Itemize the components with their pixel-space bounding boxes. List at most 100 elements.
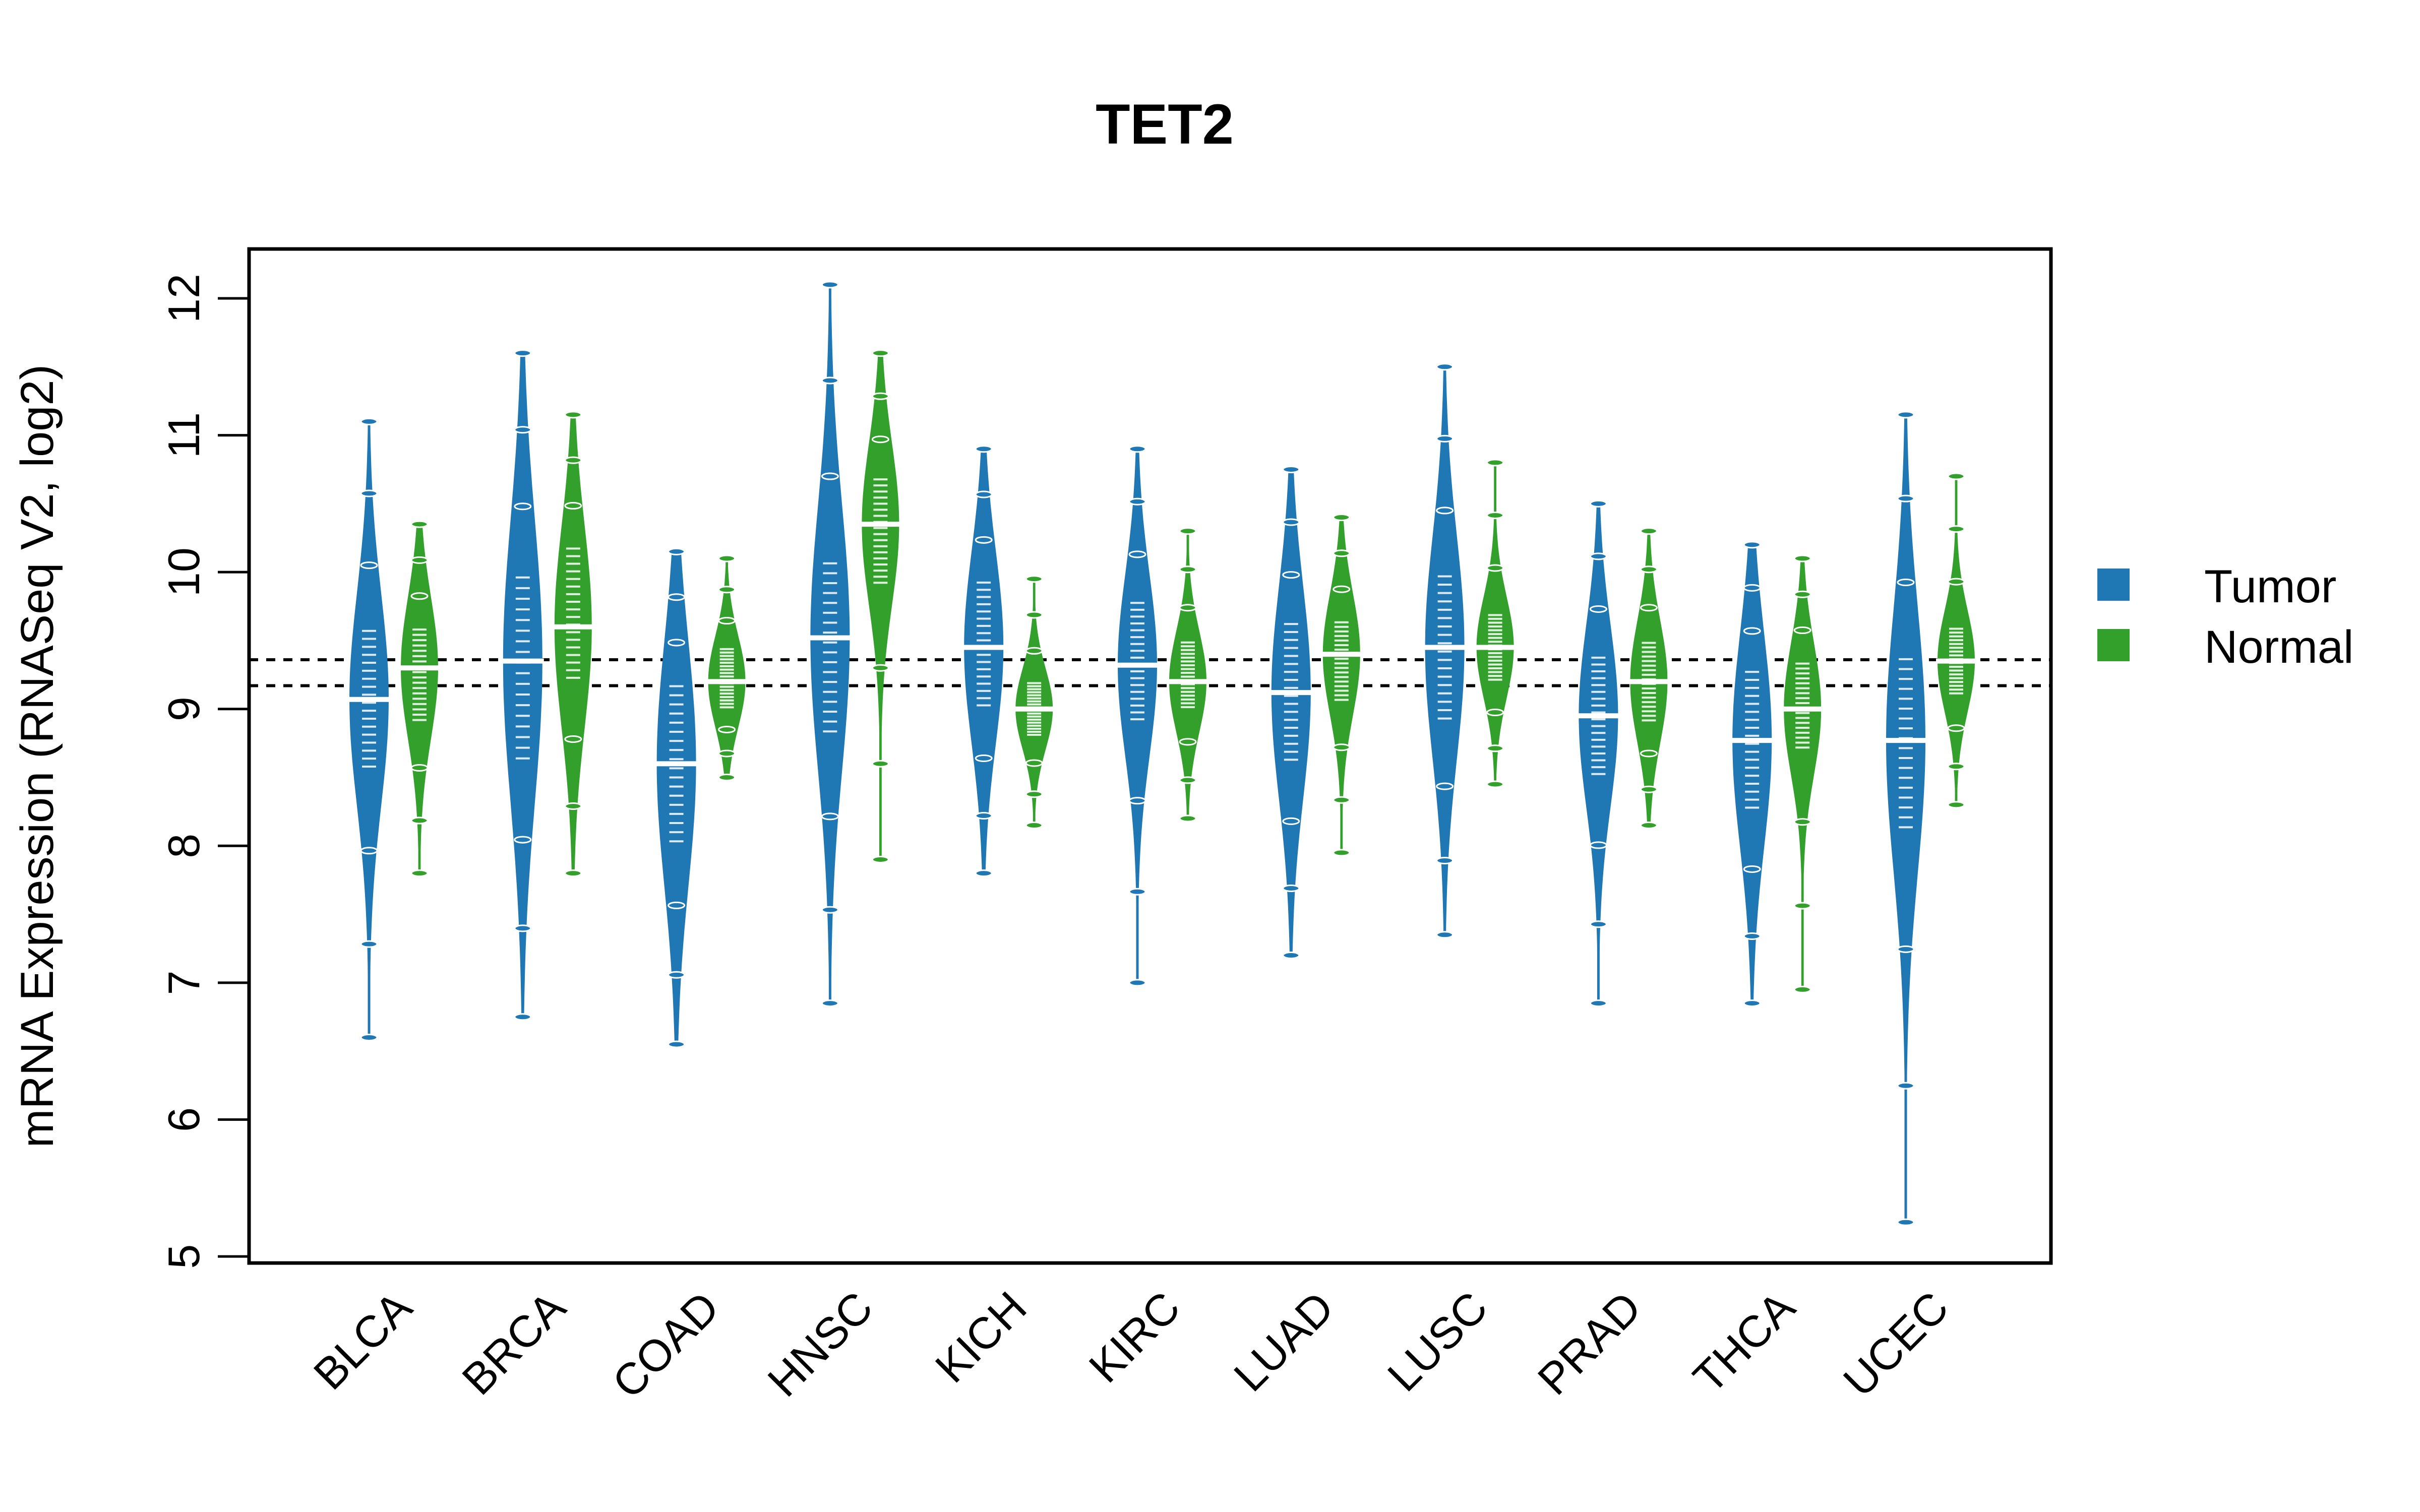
outlier-point	[1025, 790, 1043, 798]
outlier-point	[821, 999, 839, 1007]
outlier-point	[1128, 797, 1146, 805]
outlier-point	[1025, 647, 1043, 655]
outlier-point	[410, 592, 429, 600]
outlier-point	[1793, 985, 1811, 993]
outlier-point	[668, 639, 686, 647]
outlier-point	[1025, 575, 1043, 583]
violin-normal-kirc	[1168, 527, 1208, 823]
outlier-point	[975, 445, 993, 453]
violin-normal-kich	[1014, 575, 1055, 830]
outlier-point	[1333, 849, 1351, 857]
outlier-point	[1947, 763, 1965, 771]
outlier-point	[1179, 738, 1197, 746]
outlier-point	[1486, 744, 1504, 752]
outlier-point	[1025, 611, 1043, 619]
outlier-point	[1486, 459, 1504, 467]
outlier-point	[1486, 564, 1504, 572]
x-tick-label: BLCA	[304, 1282, 421, 1399]
outlier-point	[1436, 363, 1454, 371]
outlier-point	[718, 725, 736, 733]
outlier-point	[1897, 1082, 1915, 1090]
outlier-point	[1589, 552, 1607, 560]
violin-tumor-ucec	[1885, 411, 1927, 1226]
outlier-point	[821, 906, 839, 914]
outlier-point	[360, 940, 378, 948]
outlier-point	[1128, 497, 1146, 506]
y-tick-label: 7	[159, 970, 209, 995]
outlier-point	[1282, 817, 1300, 825]
outlier-point	[975, 869, 993, 877]
outlier-point	[1333, 796, 1351, 804]
x-axis: BLCA BRCA COAD HNSC KICH KIRC LUAD LUSC PRAD THCA…	[304, 1282, 1958, 1408]
outlier-point	[668, 1040, 686, 1048]
outlier-point	[668, 547, 686, 555]
outlier-point	[1486, 511, 1504, 519]
plot-area	[249, 281, 2051, 1226]
violin-tumor-kich	[962, 445, 1005, 877]
outlier-point	[410, 764, 429, 772]
violin-normal-luad	[1321, 514, 1362, 857]
outlier-point	[871, 435, 889, 444]
violin-chart: TET2 5 6 7 8 9 10 11 12 BLCA BRCA COAD HNSC KICH KIR…	[12, 93, 2353, 1408]
outlier-point	[1793, 818, 1811, 826]
violin-normal-brca	[553, 411, 593, 877]
outlier-point	[871, 349, 889, 357]
outlier-point	[1333, 585, 1351, 593]
outlier-point	[1128, 888, 1146, 896]
x-tick-label: LUAD	[1224, 1282, 1343, 1401]
outlier-point	[410, 556, 429, 564]
outlier-point	[871, 760, 889, 768]
y-tick-label: 9	[159, 697, 209, 721]
outlier-point	[1897, 579, 1915, 587]
outlier-point	[1025, 759, 1043, 767]
violin-tumor-hnsc	[809, 281, 852, 1007]
outlier-point	[1640, 604, 1658, 612]
outlier-point	[1025, 822, 1043, 830]
outlier-point	[514, 1013, 532, 1021]
outlier-point	[1640, 822, 1658, 830]
outlier-point	[1640, 749, 1658, 758]
outlier-point	[1179, 527, 1197, 535]
violin-normal-prad	[1628, 527, 1669, 830]
y-tick-label: 12	[159, 274, 209, 323]
outlier-point	[1947, 724, 1965, 732]
outlier-point	[514, 349, 532, 357]
x-tick-label: KICH	[926, 1282, 1036, 1392]
x-tick-label: THCA	[1683, 1282, 1804, 1403]
outlier-point	[1640, 527, 1658, 535]
outlier-point	[1128, 445, 1146, 453]
outlier-point	[871, 664, 889, 672]
outlier-point	[1743, 584, 1761, 592]
violin-normal-thca	[1782, 554, 1823, 993]
outlier-point	[1793, 554, 1811, 562]
outlier-point	[1743, 541, 1761, 549]
outlier-point	[668, 971, 686, 979]
outlier-point	[1947, 472, 1965, 480]
outlier-point	[1793, 626, 1811, 635]
outlier-point	[514, 836, 532, 844]
legend: Tumor Normal	[2097, 561, 2353, 673]
outlier-point	[360, 1033, 378, 1041]
outlier-point	[1640, 785, 1658, 793]
outlier-point	[975, 536, 993, 544]
outlier-point	[1436, 782, 1454, 790]
outlier-point	[1743, 865, 1761, 873]
outlier-point	[564, 869, 582, 877]
x-tick-label: LUSC	[1378, 1282, 1497, 1401]
outlier-point	[1436, 931, 1454, 939]
outlier-point	[1589, 605, 1607, 613]
outlier-point	[1333, 514, 1351, 522]
outlier-point	[1436, 507, 1454, 515]
legend-swatch-tumor	[2097, 569, 2130, 601]
outlier-point	[718, 586, 736, 594]
outlier-point	[1589, 920, 1607, 928]
outlier-point	[1436, 434, 1454, 443]
violin-normal-ucec	[1936, 472, 1976, 809]
outlier-point	[1897, 494, 1915, 502]
violin-tumor-brca	[501, 349, 544, 1021]
x-tick-label: BRCA	[452, 1282, 575, 1404]
violin-tumor-lusc	[1423, 363, 1466, 939]
violin-tumor-blca	[348, 417, 390, 1041]
outlier-point	[871, 392, 889, 400]
outlier-point	[1179, 604, 1197, 612]
